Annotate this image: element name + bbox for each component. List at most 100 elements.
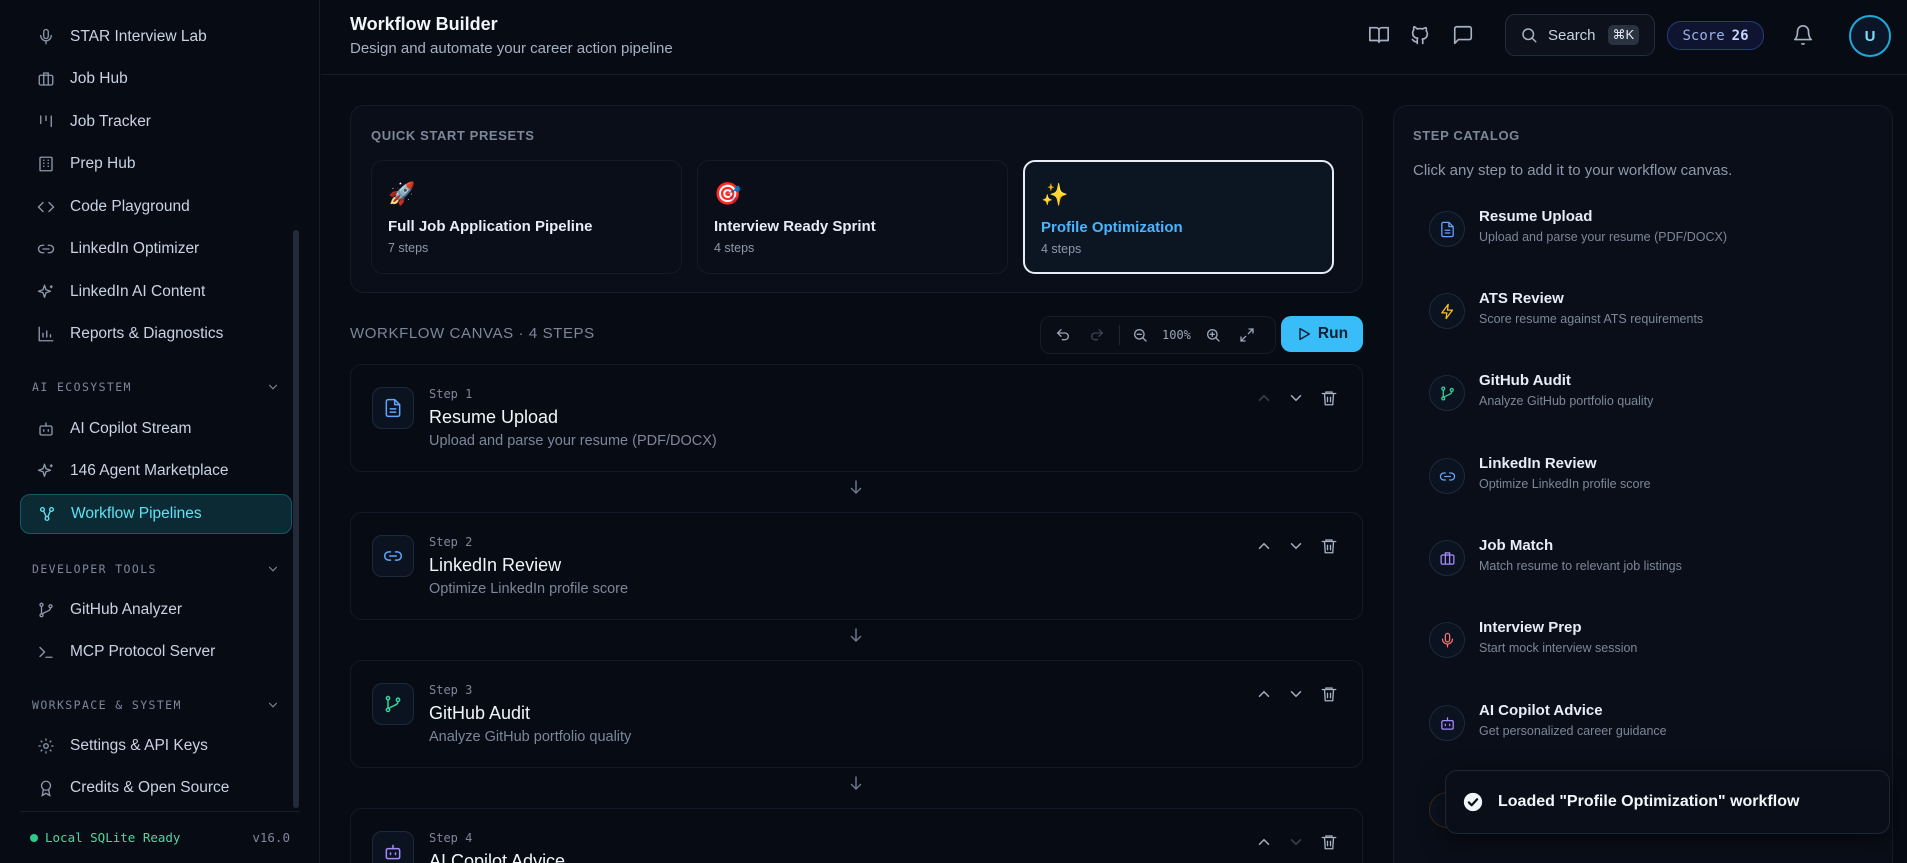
fullscreen-icon[interactable] — [1235, 323, 1259, 347]
sidebar-item-prep-hub[interactable]: Prep Hub — [20, 144, 292, 184]
catalog-item-title: GitHub Audit — [1479, 372, 1571, 389]
catalog-item-linkedin-review[interactable]: LinkedIn Review Optimize LinkedIn profil… — [1413, 444, 1873, 510]
sidebar-item-agent-marketplace[interactable]: 146 Agent Marketplace — [20, 451, 292, 491]
zoom-out-icon[interactable] — [1128, 323, 1152, 347]
preset-steps: 7 steps — [388, 241, 429, 255]
document-icon — [1429, 211, 1465, 247]
github-icon[interactable] — [1409, 24, 1431, 46]
catalog-item-description: Analyze GitHub portfolio quality — [1479, 394, 1654, 408]
sidebar-item-star-interview-lab[interactable]: STAR Interview Lab — [20, 17, 292, 57]
catalog-item-ats-review[interactable]: ATS Review Score resume against ATS requ… — [1413, 279, 1873, 345]
sidebar-item-label: LinkedIn Optimizer — [70, 240, 200, 257]
score-value: 26 — [1731, 27, 1749, 44]
sidebar-item-linkedin-optimizer[interactable]: LinkedIn Optimizer — [20, 229, 292, 269]
preset-steps: 4 steps — [1041, 242, 1082, 256]
target-icon: 🎯 — [714, 181, 742, 206]
avatar[interactable]: U — [1849, 15, 1891, 57]
sidebar-item-label: Credits & Open Source — [70, 779, 230, 796]
sparkles-icon — [36, 282, 56, 302]
sidebar-item-label: Code Playground — [70, 198, 190, 215]
sidebar-item-job-tracker[interactable]: Job Tracker — [20, 102, 292, 142]
preset-full-job-application-pipeline[interactable]: 🚀 Full Job Application Pipeline 7 steps — [371, 160, 682, 274]
undo-icon[interactable] — [1051, 323, 1075, 347]
redo-icon[interactable] — [1085, 323, 1109, 347]
microphone-icon — [36, 27, 56, 47]
catalog-item-title: LinkedIn Review — [1479, 455, 1597, 472]
score-badge[interactable]: Score 26 — [1667, 21, 1764, 50]
move-down-icon[interactable] — [1287, 833, 1307, 853]
catalog-description: Click any step to add it to your workflo… — [1413, 162, 1733, 179]
move-up-icon[interactable] — [1255, 833, 1275, 853]
sidebar-footer: Local SQLite Ready v16.0 — [20, 811, 300, 863]
sparkles-icon: ✨ — [1041, 182, 1069, 207]
zoom-in-icon[interactable] — [1201, 323, 1225, 347]
workflow-step-4[interactable]: Step 4 AI Copilot Advice — [350, 808, 1363, 863]
zoom-level: 100% — [1162, 328, 1191, 342]
sidebar-item-github-analyzer[interactable]: GitHub Analyzer — [20, 590, 292, 630]
document-icon — [372, 387, 414, 429]
canvas-toolbar: 100% — [1040, 316, 1276, 354]
move-down-icon[interactable] — [1287, 685, 1307, 705]
sidebar-item-code-playground[interactable]: Code Playground — [20, 187, 292, 227]
toast-message: Loaded "Profile Optimization" workflow — [1498, 793, 1800, 810]
trash-icon[interactable] — [1320, 537, 1340, 557]
move-up-icon[interactable] — [1255, 389, 1275, 409]
sidebar-item-mcp-protocol-server[interactable]: MCP Protocol Server — [20, 632, 292, 672]
catalog-item-title: ATS Review — [1479, 290, 1564, 307]
code-icon — [36, 197, 56, 217]
book-icon[interactable] — [1368, 24, 1390, 46]
trash-icon[interactable] — [1320, 685, 1340, 705]
move-up-icon[interactable] — [1255, 537, 1275, 557]
move-down-icon[interactable] — [1287, 537, 1307, 557]
workflow-step-3[interactable]: Step 3 GitHub Audit Analyze GitHub portf… — [350, 660, 1363, 768]
catalog-item-title: Job Match — [1479, 537, 1554, 554]
workflow-step-2[interactable]: Step 2 LinkedIn Review Optimize LinkedIn… — [350, 512, 1363, 620]
step-number: Step 2 — [429, 535, 473, 549]
db-status: Local SQLite Ready — [30, 830, 180, 845]
sidebar-item-label: Reports & Diagnostics — [70, 325, 224, 342]
catalog-item-ai-copilot-advice[interactable]: AI Copilot Advice Get personalized caree… — [1413, 691, 1873, 757]
sidebar-item-workflow-pipelines[interactable]: Workflow Pipelines — [20, 494, 292, 534]
preset-interview-ready-sprint[interactable]: 🎯 Interview Ready Sprint 4 steps — [697, 160, 1008, 274]
catalog-item-job-match[interactable]: Job Match Match resume to relevant job l… — [1413, 526, 1873, 592]
preset-steps: 4 steps — [714, 241, 755, 255]
page-title: Workflow Builder — [350, 14, 498, 34]
catalog-item-resume-upload[interactable]: Resume Upload Upload and parse your resu… — [1413, 197, 1873, 263]
trash-icon[interactable] — [1320, 389, 1340, 409]
bell-icon[interactable] — [1792, 24, 1814, 46]
git-branch-icon — [1429, 375, 1465, 411]
chevron-down-icon — [266, 698, 280, 712]
trash-icon[interactable] — [1320, 833, 1340, 853]
search-button[interactable]: Search ⌘K — [1505, 14, 1655, 56]
award-icon — [36, 778, 56, 798]
briefcase-icon — [1429, 540, 1465, 576]
workflow-icon — [37, 504, 57, 524]
toolbar-divider — [1119, 325, 1120, 345]
sidebar-scrollbar[interactable] — [293, 230, 299, 808]
section-header-ai-ecosystem[interactable]: AI ECOSYSTEM — [32, 377, 280, 397]
sidebar-item-linkedin-ai-content[interactable]: LinkedIn AI Content — [20, 272, 292, 312]
catalog-item-description: Get personalized career guidance — [1479, 724, 1667, 738]
workflow-step-1[interactable]: Step 1 Resume Upload Upload and parse yo… — [350, 364, 1363, 472]
sidebar-item-label: 146 Agent Marketplace — [70, 462, 229, 479]
move-down-icon[interactable] — [1287, 389, 1307, 409]
message-square-icon[interactable] — [1452, 24, 1474, 46]
preset-profile-optimization[interactable]: ✨ Profile Optimization 4 steps — [1023, 160, 1334, 274]
sidebar-item-credits-open-source[interactable]: Credits & Open Source — [20, 768, 292, 808]
sidebar-item-settings-api-keys[interactable]: Settings & API Keys — [20, 726, 292, 766]
briefcase-icon — [36, 69, 56, 89]
section-header-workspace-system[interactable]: WORKSPACE & SYSTEM — [32, 695, 280, 715]
move-up-icon[interactable] — [1255, 685, 1275, 705]
bot-icon — [1429, 705, 1465, 741]
search-shortcut: ⌘K — [1607, 25, 1640, 45]
catalog-item-github-audit[interactable]: GitHub Audit Analyze GitHub portfolio qu… — [1413, 361, 1873, 427]
catalog-item-description: Match resume to relevant job listings — [1479, 559, 1682, 573]
catalog-item-interview-prep[interactable]: Interview Prep Start mock interview sess… — [1413, 608, 1873, 674]
sidebar-item-ai-copilot-stream[interactable]: AI Copilot Stream — [20, 409, 292, 449]
run-button[interactable]: Run — [1281, 316, 1363, 352]
link-icon — [36, 239, 56, 259]
sidebar-item-job-hub[interactable]: Job Hub — [20, 59, 292, 99]
sidebar-item-label: Job Tracker — [70, 113, 151, 130]
sidebar-item-reports-diagnostics[interactable]: Reports & Diagnostics — [20, 314, 292, 354]
section-header-developer-tools[interactable]: DEVELOPER TOOLS — [32, 559, 280, 579]
